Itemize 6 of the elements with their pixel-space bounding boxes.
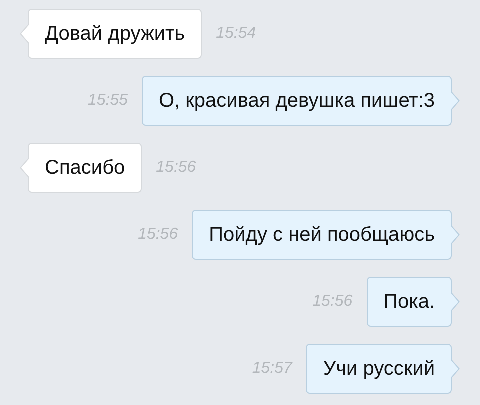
message-bubble: Пойду с ней пообщаюсь — [192, 210, 452, 260]
message-bubble: Довай дружить — [28, 9, 202, 59]
message-bubble: О, красивая девушка пишет:3 — [142, 76, 452, 126]
message-bubble: Пока. — [366, 277, 452, 327]
message-bubble: Учи русский — [306, 344, 452, 394]
message-bubble: Спасибо — [28, 143, 142, 193]
